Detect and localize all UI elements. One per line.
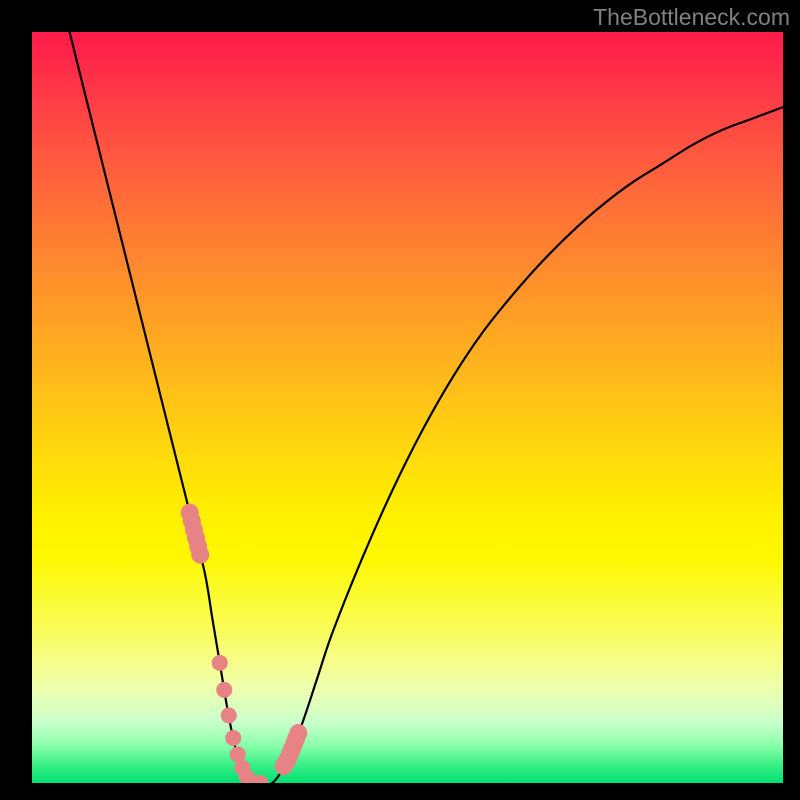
chart-area (32, 32, 783, 783)
curve-beads (181, 504, 308, 783)
bottleneck-curve (32, 32, 783, 783)
watermark-text: TheBottleneck.com (593, 4, 790, 31)
